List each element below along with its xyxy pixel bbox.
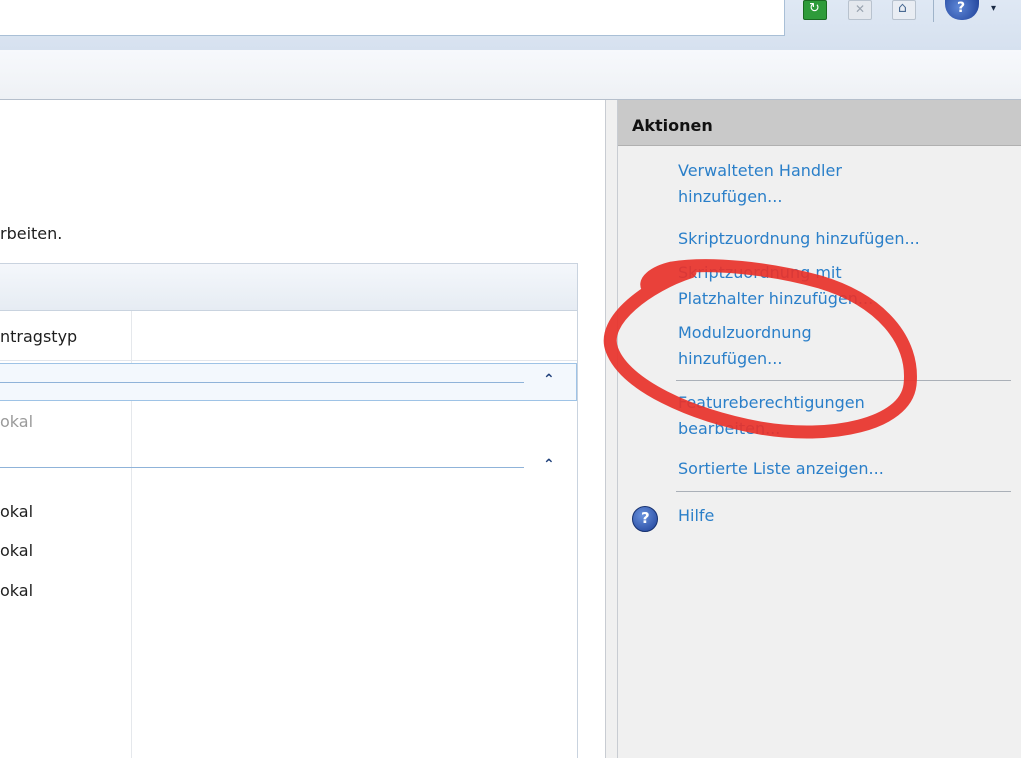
help-icon[interactable] [945, 0, 979, 20]
handler-list: ntragstyp ⌃ okal ⌃ okal okal okal [0, 263, 578, 758]
main-content-pane: rbeiten. ntragstyp ⌃ okal ⌃ okal okal ok… [0, 100, 606, 758]
actions-pane: Aktionen Verwalteten Handler hinzufügen.… [617, 100, 1021, 758]
action-label-line2: Platzhalter hinzufügen... [678, 289, 874, 308]
action-edit-feature-permissions[interactable]: Featureberechtigungen bearbeiten... [678, 390, 1008, 442]
collapse-chevron-icon[interactable]: ⌃ [543, 372, 555, 388]
list-toolbar [0, 264, 577, 311]
home-icon[interactable] [892, 0, 916, 20]
list-item[interactable]: okal [0, 412, 33, 431]
collapse-chevron-icon[interactable]: ⌃ [543, 457, 555, 473]
top-toolbar: ▾ [0, 0, 1021, 50]
dropdown-arrow-icon[interactable]: ▾ [991, 3, 996, 14]
action-view-ordered-list[interactable]: Sortierte Liste anzeigen... [678, 456, 1008, 482]
action-label-line1: Featureberechtigungen [678, 393, 865, 412]
list-item[interactable]: okal [0, 581, 33, 600]
address-bar[interactable] [0, 0, 785, 36]
column-header-entry-type[interactable]: ntragstyp [0, 311, 577, 361]
list-item[interactable]: okal [0, 502, 33, 521]
action-label-line1: Skriptzuordnung mit [678, 263, 842, 282]
action-add-script-map[interactable]: Skriptzuordnung hinzufügen... [678, 226, 1008, 252]
action-label-line1: Verwalteten Handler [678, 161, 842, 180]
actions-separator [676, 380, 1011, 381]
stop-icon[interactable] [848, 0, 872, 20]
group-divider-line [0, 467, 524, 468]
action-label-line1: Sortierte Liste anzeigen... [678, 459, 884, 478]
group-divider-line [0, 382, 524, 383]
page-description: rbeiten. [0, 224, 63, 243]
action-label-line2: bearbeiten... [678, 419, 781, 438]
help-link[interactable]: Hilfe [678, 506, 714, 525]
toolbar-separator [933, 0, 934, 22]
sub-toolbar [0, 50, 1021, 100]
group-row-inherited[interactable]: ⌃ [0, 449, 577, 487]
action-add-wildcard-script-map[interactable]: Skriptzuordnung mit Platzhalter hinzufüg… [678, 260, 1008, 312]
column-header-label: ntragstyp [0, 327, 78, 346]
actions-title: Aktionen [632, 116, 713, 135]
refresh-icon[interactable] [803, 0, 827, 20]
actions-separator [676, 491, 1011, 492]
group-row-local[interactable]: ⌃ [0, 363, 577, 401]
action-label-line2: hinzufügen... [678, 349, 783, 368]
help-icon[interactable] [632, 506, 658, 532]
action-add-module-mapping[interactable]: Modulzuordnung hinzufügen... [678, 320, 1008, 372]
action-add-managed-handler[interactable]: Verwalteten Handler hinzufügen... [678, 158, 1008, 210]
action-label-line1: Modulzuordnung [678, 323, 812, 342]
action-label-line2: hinzufügen... [678, 187, 783, 206]
list-item[interactable]: okal [0, 541, 33, 560]
action-label-line1: Skriptzuordnung hinzufügen... [678, 229, 920, 248]
actions-header: Aktionen [618, 100, 1021, 146]
